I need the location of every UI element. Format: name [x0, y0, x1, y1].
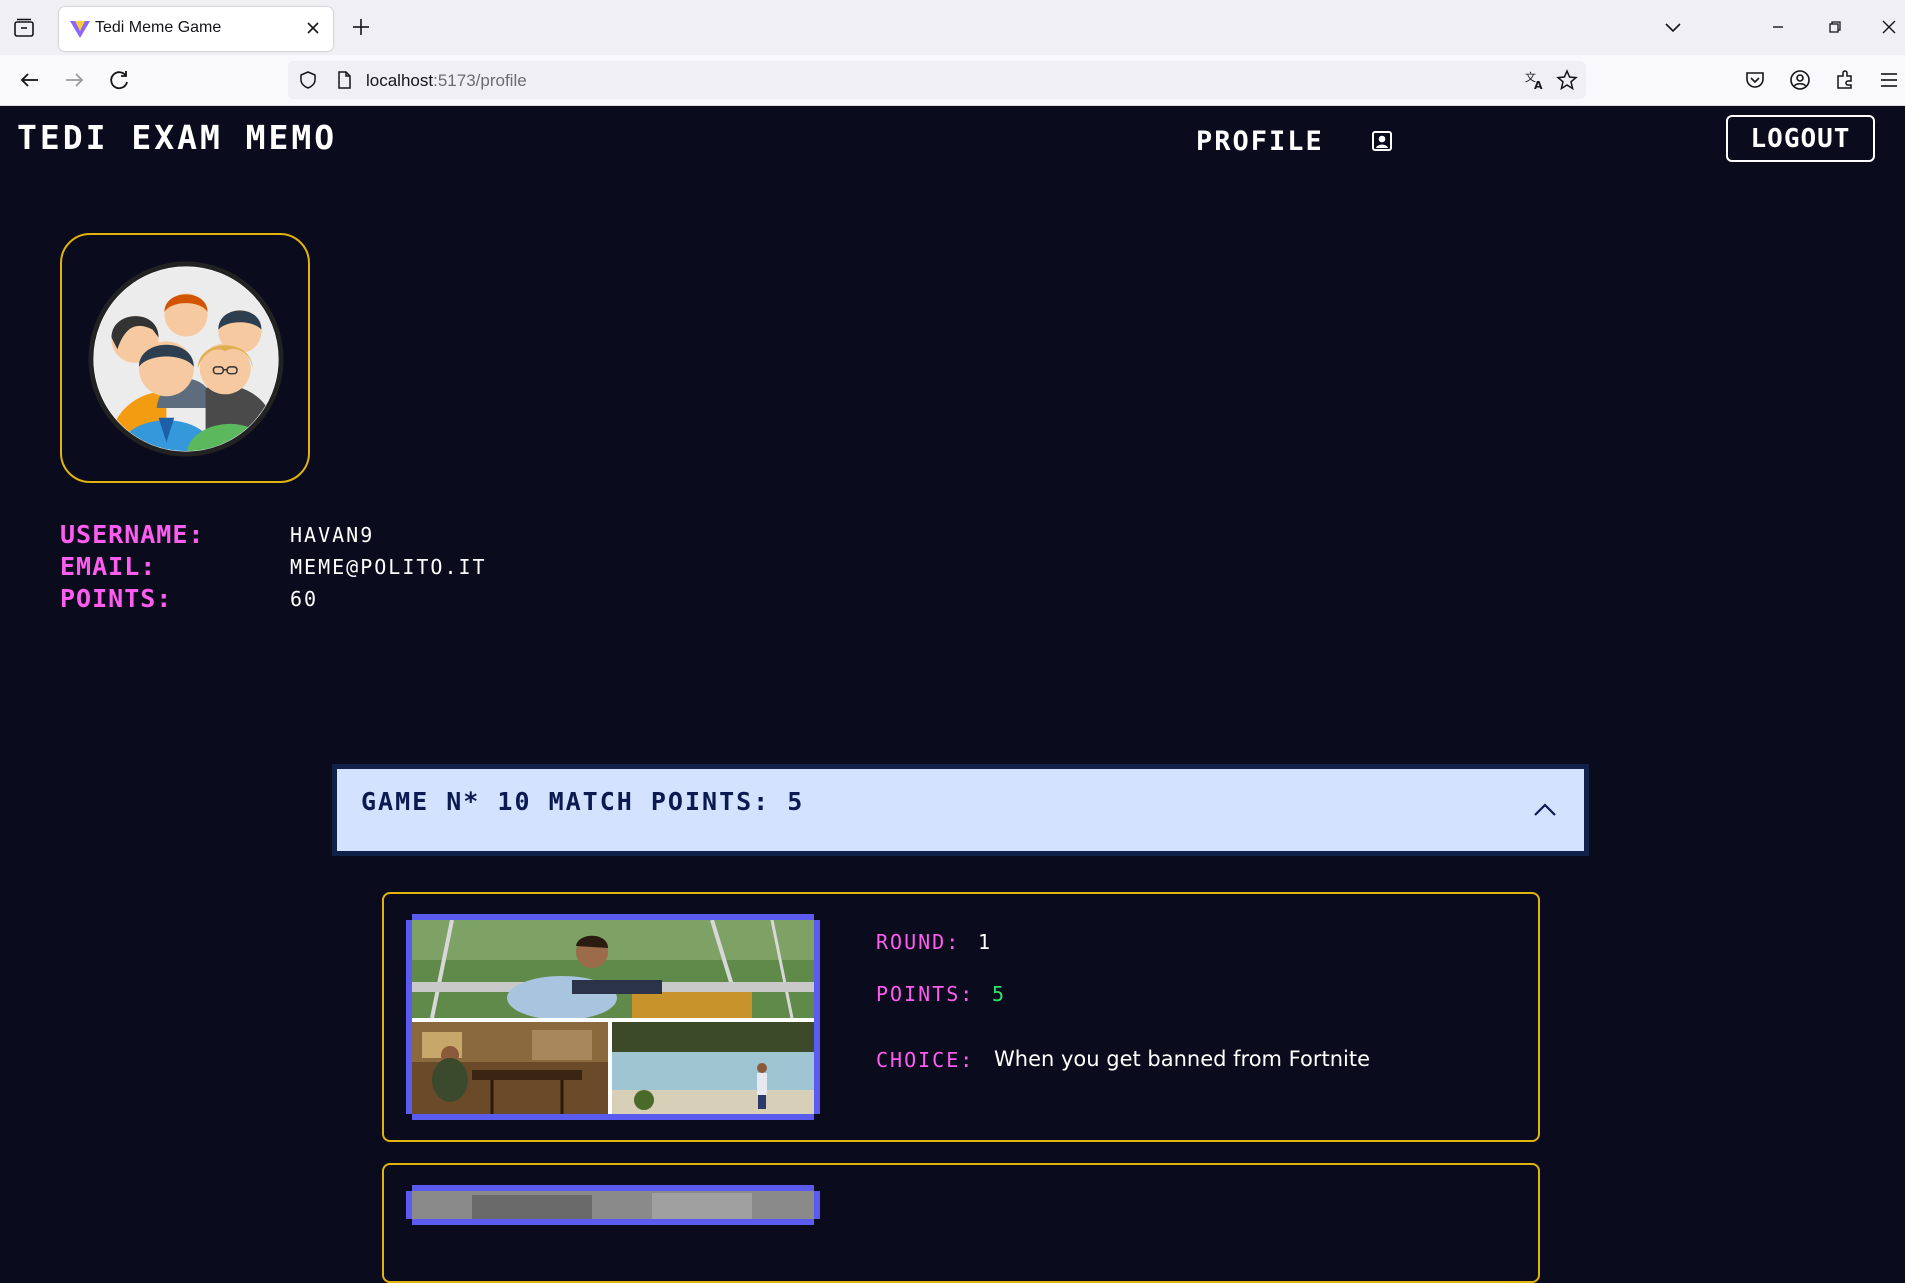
translate-icon[interactable]: 文 A	[1524, 69, 1546, 91]
vite-logo-icon	[70, 21, 90, 38]
url-text[interactable]: localhost:5173/profile	[366, 71, 527, 91]
round-value: 1	[978, 930, 991, 954]
page-icon[interactable]	[334, 70, 354, 90]
window-close-icon[interactable]	[1876, 14, 1902, 40]
close-icon[interactable]	[303, 18, 323, 38]
browser-tab-bar: Tedi Meme Game	[0, 0, 1905, 55]
group-avatar-icon	[88, 261, 284, 457]
meme-image-frame	[406, 914, 820, 1120]
round-label: ROUND:	[876, 930, 961, 954]
username-value: HAVAN9	[290, 523, 375, 547]
profile-page: TEDI EXAM MEMO PROFILE LOGOUT USERNAME: …	[0, 106, 1905, 1283]
url-bar[interactable]: localhost:5173/profile 文 A	[288, 61, 1586, 99]
shield-icon[interactable]	[298, 70, 318, 90]
choice-label: CHOICE:	[876, 1048, 975, 1072]
reload-icon[interactable]	[107, 67, 133, 93]
points-label: POINTS:	[60, 584, 173, 613]
account-icon[interactable]	[1788, 68, 1812, 92]
browser-tab[interactable]: Tedi Meme Game	[59, 7, 333, 51]
email-value: MEME@POLITO.IT	[290, 555, 487, 579]
round-card	[382, 1163, 1540, 1283]
logout-button[interactable]: LOGOUT	[1726, 115, 1875, 162]
restore-icon[interactable]	[1822, 14, 1848, 40]
round-points-label: POINTS:	[876, 982, 975, 1006]
user-square-icon[interactable]	[1371, 130, 1393, 152]
game-title: GAME N* 10 MATCH POINTS: 5	[361, 787, 805, 816]
forward-arrow-icon[interactable]	[61, 67, 87, 93]
meme-image-frame	[406, 1185, 820, 1225]
new-tab-plus-icon[interactable]	[350, 16, 372, 38]
menu-icon[interactable]	[1877, 68, 1901, 92]
meme-image	[412, 920, 814, 1114]
tab-list-icon[interactable]	[12, 16, 36, 40]
email-label: EMAIL:	[60, 552, 157, 581]
back-arrow-icon[interactable]	[17, 67, 43, 93]
meme-image	[412, 1191, 814, 1219]
points-value: 60	[290, 587, 319, 611]
game-accordion-header[interactable]: GAME N* 10 MATCH POINTS: 5	[332, 764, 1589, 856]
pocket-icon[interactable]	[1743, 68, 1767, 92]
chevron-up-icon[interactable]	[1532, 799, 1558, 821]
brand-title[interactable]: TEDI EXAM MEMO	[17, 118, 337, 157]
minimize-icon[interactable]	[1765, 14, 1791, 40]
browser-nav-bar: localhost:5173/profile 文 A	[0, 55, 1905, 106]
tab-title: Tedi Meme Game	[95, 19, 222, 36]
choice-value: When you get banned from Fortnite	[994, 1047, 1371, 1071]
svg-text:A: A	[1534, 79, 1543, 91]
extensions-icon[interactable]	[1833, 68, 1857, 92]
nav-profile-link[interactable]: PROFILE	[1196, 126, 1324, 157]
username-label: USERNAME:	[60, 520, 205, 549]
avatar-card	[60, 233, 310, 483]
bookmark-star-icon[interactable]	[1556, 69, 1578, 91]
chevron-down-icon[interactable]	[1660, 14, 1686, 40]
round-points-value: 5	[992, 982, 1005, 1006]
round-card: ROUND: 1 POINTS: 5 CHOICE: When you get …	[382, 892, 1540, 1142]
